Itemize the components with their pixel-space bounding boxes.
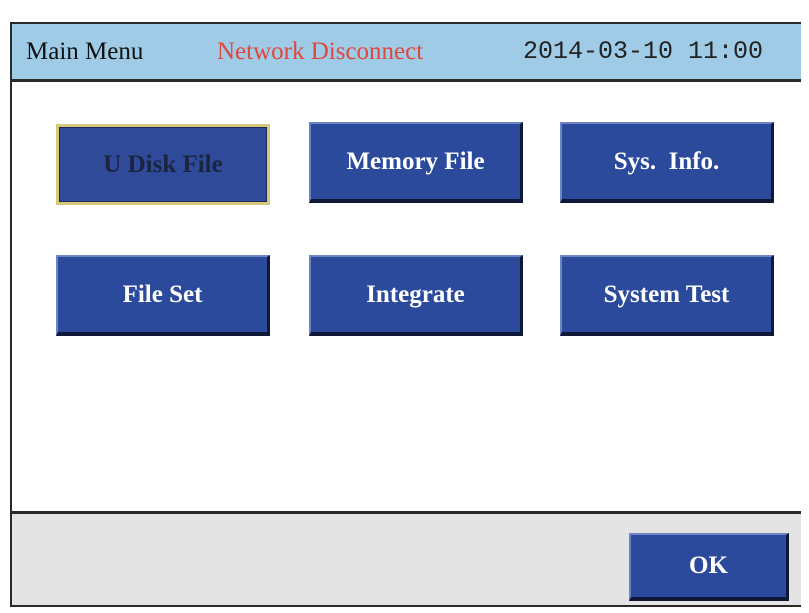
ok-button[interactable]: OK bbox=[629, 533, 789, 601]
sys-info-label: Sys. Info. bbox=[613, 147, 720, 175]
sys-info-button[interactable]: Sys. Info. bbox=[560, 122, 774, 203]
menu-panel: U Disk File Memory File Sys. Info. File … bbox=[12, 82, 801, 514]
memory-file-button[interactable]: Memory File bbox=[309, 122, 523, 203]
footer-bar: OK bbox=[12, 514, 801, 605]
u-disk-file-button[interactable]: U Disk File bbox=[56, 124, 270, 205]
ok-label: OK bbox=[689, 552, 728, 579]
system-test-button[interactable]: System Test bbox=[560, 255, 774, 336]
datetime-display: 2014-03-10 11:00 bbox=[523, 37, 764, 66]
integrate-button[interactable]: Integrate bbox=[309, 255, 523, 336]
window-title: Main Menu bbox=[26, 38, 144, 65]
integrate-label: Integrate bbox=[366, 280, 465, 308]
file-set-button[interactable]: File Set bbox=[56, 255, 270, 336]
memory-file-label: Memory File bbox=[346, 147, 485, 175]
file-set-label: File Set bbox=[122, 280, 203, 308]
system-test-label: System Test bbox=[603, 280, 730, 308]
main-menu-window: Main Menu Network Disconnect 2014-03-10 … bbox=[10, 22, 801, 607]
network-status: Network Disconnect bbox=[217, 38, 424, 65]
title-bar: Main Menu Network Disconnect 2014-03-10 … bbox=[12, 24, 801, 82]
u-disk-file-label: U Disk File bbox=[103, 150, 223, 178]
